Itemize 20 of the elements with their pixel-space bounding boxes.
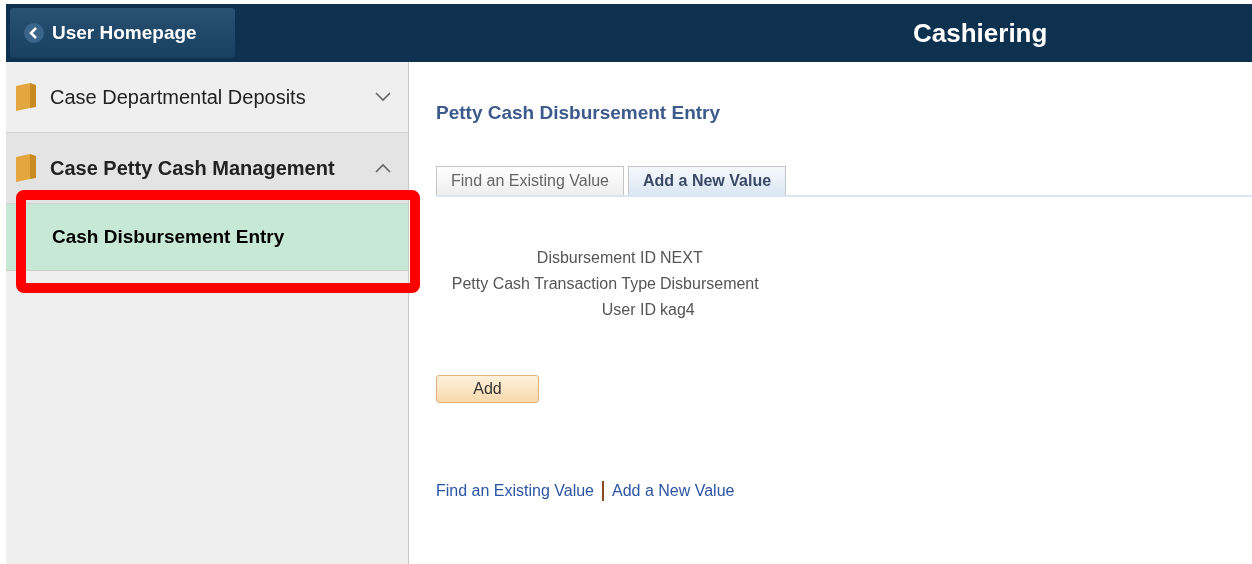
field-label: User ID	[600, 301, 656, 319]
footer-link[interactable]: Add a New Value	[612, 482, 735, 500]
field-label: Petty Cash Transaction Type	[450, 275, 656, 293]
back-button[interactable]: User Homepage	[10, 8, 235, 58]
page-title: Petty Cash Disbursement Entry	[436, 102, 722, 124]
field-value: NEXT	[660, 249, 704, 267]
sidebar-item-label: Case Departmental Deposits	[50, 85, 307, 109]
field-label: Disbursement ID	[535, 249, 656, 267]
back-icon	[24, 23, 44, 43]
folder-icon	[16, 83, 38, 111]
page-header-title: Cashiering	[913, 17, 1048, 49]
folder-icon	[16, 154, 38, 182]
sidebar-item-label: Case Petty Cash Management	[50, 156, 336, 180]
footer-link[interactable]: Find an Existing Value	[436, 482, 594, 500]
tab[interactable]: Add a New Value	[628, 166, 787, 195]
tab[interactable]: Find an Existing Value	[436, 166, 624, 195]
add-button[interactable]: Add	[436, 375, 539, 403]
field-value: kag4	[660, 301, 696, 319]
sidebar-subitem[interactable]: Cash Disbursement Entry	[6, 204, 408, 271]
field-value: Disbursement	[660, 275, 759, 293]
